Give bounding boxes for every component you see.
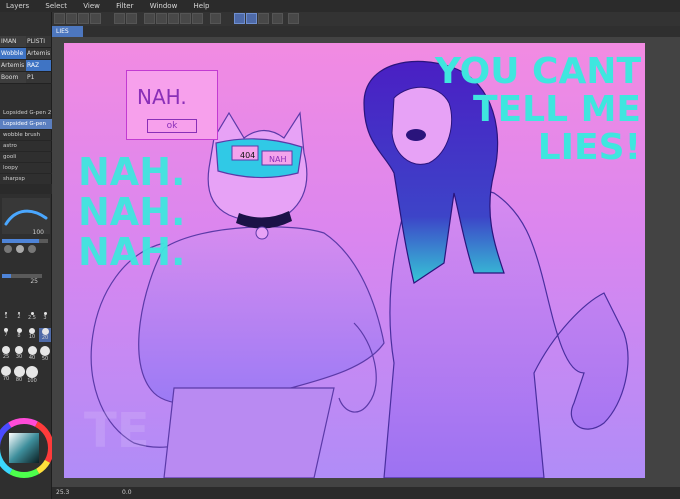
color-wheel[interactable] xyxy=(0,408,54,488)
menu-select[interactable]: Select xyxy=(39,0,75,12)
tool-property-panel: IMAN PLISTI Wobble Artemis Artemis RAZ Boom… xyxy=(0,12,54,499)
opacity-value[interactable]: 25 xyxy=(30,277,38,287)
command-bar xyxy=(52,12,680,27)
tool-tab-row: Artemis RAZ xyxy=(0,60,52,72)
phone-icon[interactable] xyxy=(288,13,299,24)
zoom-value[interactable]: 25.3 xyxy=(56,487,69,499)
open-folder-icon[interactable] xyxy=(66,13,77,24)
nah-repeated-text: NAH. NAH. NAH. xyxy=(78,150,186,274)
sub-tool-tab[interactable]: Wobble xyxy=(0,48,26,59)
status-bar: 25.3 0.0 xyxy=(52,487,680,499)
undo-icon[interactable] xyxy=(114,13,125,24)
sub-tool-tab[interactable]: P1 xyxy=(26,72,51,83)
menu-help[interactable]: Help xyxy=(188,0,218,12)
menu-bar: Layers Select View Filter Window Help xyxy=(0,0,680,12)
tool-tab-row: IMAN PLISTI xyxy=(0,36,52,48)
menu-filter[interactable]: Filter xyxy=(110,0,141,12)
brush-item[interactable]: Lopsided G-pen 2 xyxy=(0,108,52,119)
sub-tool-tab[interactable]: Artemis xyxy=(26,48,51,59)
size-row: 100 xyxy=(0,228,52,238)
loading-icon[interactable] xyxy=(144,13,155,24)
sub-tool-tab[interactable]: PLISTI xyxy=(26,36,51,47)
size-label[interactable]: 20 xyxy=(42,335,48,341)
size-label: 2.5 xyxy=(28,315,36,321)
size-label: 40 xyxy=(28,355,36,361)
ok-button-sketch: ok xyxy=(147,119,197,133)
redo-icon[interactable] xyxy=(126,13,137,24)
shape-row xyxy=(0,244,52,254)
menu-layers[interactable]: Layers xyxy=(0,0,37,12)
size-label: 80 xyxy=(15,377,23,383)
snap-line-icon[interactable] xyxy=(234,13,245,24)
new-canvas-icon[interactable] xyxy=(54,13,65,24)
brush-item[interactable]: gooli xyxy=(0,152,52,163)
visor-tag-text: NAH xyxy=(269,155,287,164)
brush-tip-icon[interactable] xyxy=(28,245,36,253)
brush-item[interactable]: loopy xyxy=(0,163,52,174)
snap-grid-icon[interactable] xyxy=(258,13,269,24)
sub-tool-tab[interactable]: RAZ xyxy=(26,60,51,71)
size-label: 7 xyxy=(4,332,8,338)
fill-icon[interactable] xyxy=(168,13,179,24)
artwork-canvas[interactable]: NAH. ok 404 NAH NAH. NAH. NAH. YOU CANT … xyxy=(64,43,645,478)
you-cant-tell-me-lies-text: YOU CANT TELL ME LIES! xyxy=(434,51,641,168)
crop-icon[interactable] xyxy=(210,13,221,24)
nah-sign-text: NAH. xyxy=(137,85,187,109)
sub-tool-tab[interactable]: Artemis xyxy=(0,60,26,71)
size-label: 70 xyxy=(2,376,10,382)
tool-tab-row: Boom P1 xyxy=(0,72,52,84)
nah-popup-sign: NAH. ok xyxy=(126,70,218,140)
watermark-text: TE xyxy=(84,403,150,459)
transform-icon[interactable] xyxy=(180,13,191,24)
size-label: 8 xyxy=(17,333,21,339)
visor-error-text: 404 xyxy=(240,151,256,160)
brush-item[interactable]: Lopsided G-pen xyxy=(0,119,52,130)
snap-ruler-icon[interactable] xyxy=(246,13,257,24)
export-icon[interactable] xyxy=(90,13,101,24)
brush-tip-icon[interactable] xyxy=(16,245,24,253)
selection-icon[interactable] xyxy=(192,13,203,24)
canvas-tab-bar: LIES xyxy=(52,26,680,37)
angle-value[interactable]: 0.0 xyxy=(122,487,132,499)
sub-tool-tab[interactable]: IMAN xyxy=(0,36,26,47)
eyedropper-icon[interactable] xyxy=(272,13,283,24)
clear-icon[interactable] xyxy=(156,13,167,24)
size-label: 25 xyxy=(2,354,10,360)
brush-list-toolbar xyxy=(0,184,52,194)
size-label: 3 xyxy=(43,315,47,321)
size-label: 2 xyxy=(17,314,21,320)
brush-size-value[interactable]: 100 xyxy=(33,228,44,238)
sub-tool-tab[interactable]: Boom xyxy=(0,72,26,83)
save-icon[interactable] xyxy=(78,13,89,24)
tab-lies[interactable]: LIES xyxy=(52,26,83,37)
brush-tip-icon[interactable] xyxy=(4,245,12,253)
menu-view[interactable]: View xyxy=(77,0,108,12)
size-label: 1 xyxy=(4,314,8,320)
sub-tool-tabs: IMAN PLISTI Wobble Artemis Artemis RAZ Boom… xyxy=(0,36,52,84)
tool-tab-row: Wobble Artemis xyxy=(0,48,52,60)
size-label: 50 xyxy=(41,356,49,362)
brush-item[interactable]: astro xyxy=(0,141,52,152)
size-label: 10 xyxy=(28,334,36,340)
size-label: 100 xyxy=(27,378,37,384)
brush-size-slider[interactable] xyxy=(2,239,48,243)
menu-window[interactable]: Window xyxy=(144,0,186,12)
opacity-row: 25 xyxy=(0,277,52,287)
brush-list: Lopsided G-pen 2 Lopsided G-pen wobble b… xyxy=(0,108,52,185)
brush-item[interactable]: wobble brush xyxy=(0,130,52,141)
size-label: 30 xyxy=(15,354,23,360)
